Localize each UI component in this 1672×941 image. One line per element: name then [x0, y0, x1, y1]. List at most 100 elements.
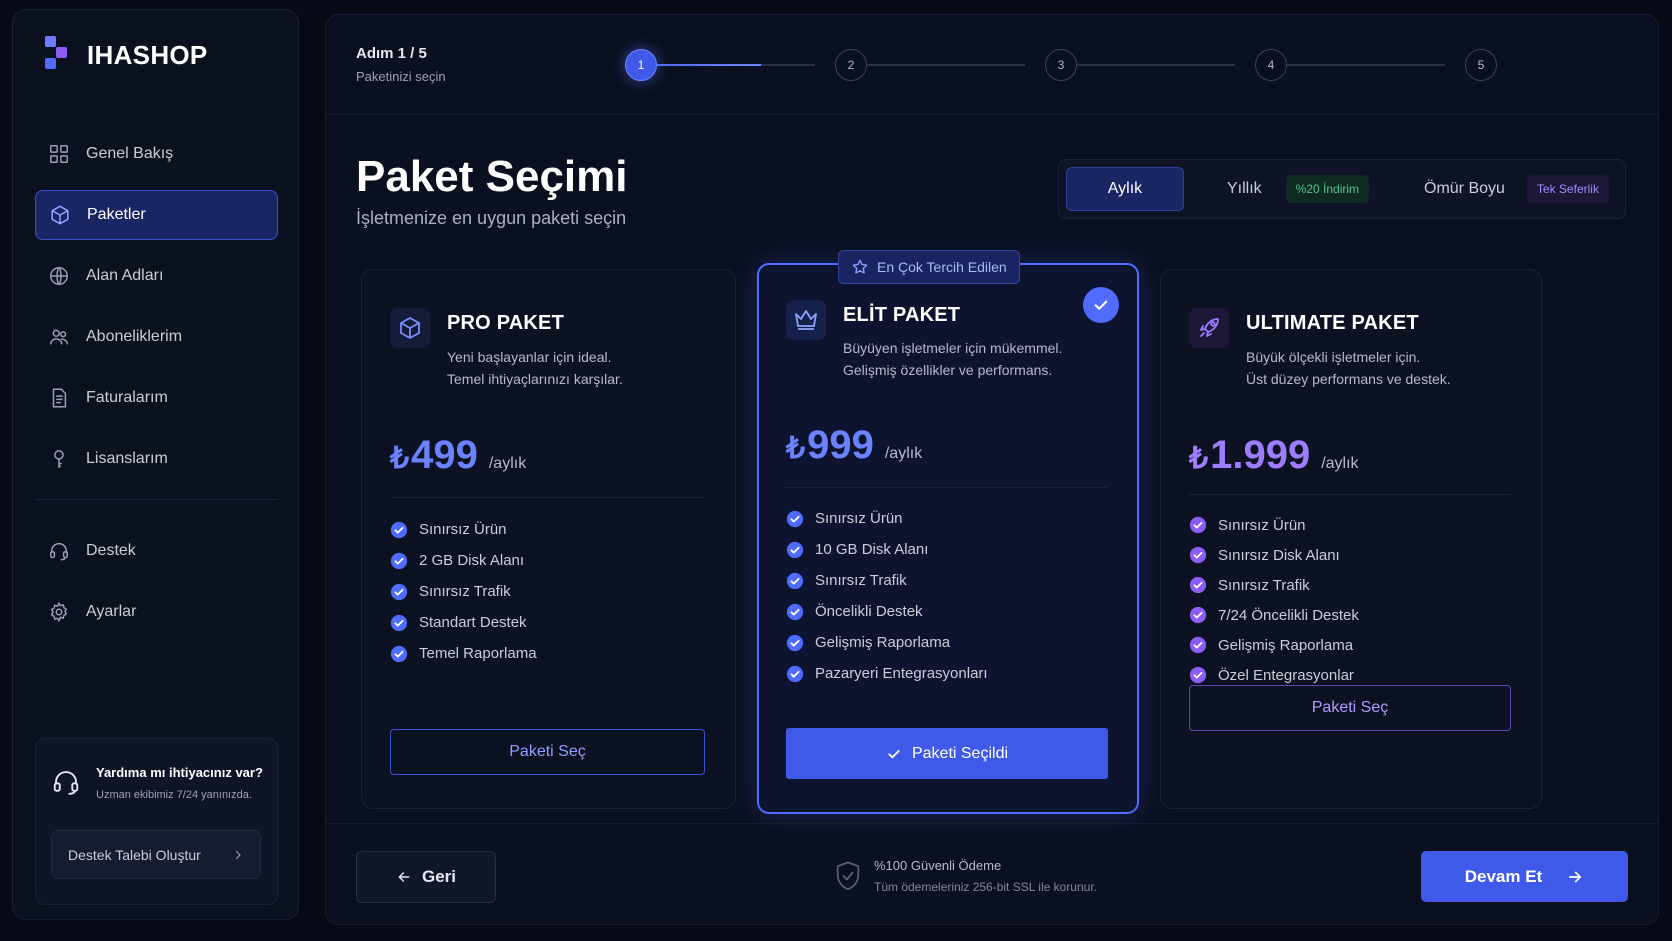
select-package-button[interactable]: Paketi Seç [390, 729, 705, 775]
package-desc-line: Büyük ölçekli işletmeler için. [1246, 349, 1421, 365]
feature-list: Sınırsız Ürün 2 GB Disk Alanı Sınırsız Tra… [390, 514, 537, 669]
feature-label: 10 GB Disk Alanı [815, 541, 929, 558]
sidebar-item-faturalarim[interactable]: Faturalarım [35, 373, 278, 423]
page-subtitle: İşletmenize en uygun paketi seçin [356, 208, 627, 228]
check-circle-icon [390, 521, 408, 538]
step-3[interactable]: 3 [1045, 49, 1077, 81]
step-description: Paketinizi seçin [356, 69, 446, 84]
package-desc-line: Gelişmiş özellikler ve performans. [843, 362, 1053, 378]
price-currency: ₺ [390, 442, 410, 475]
billing-monthly[interactable]: Aylık [1066, 167, 1184, 211]
check-circle-icon [786, 603, 804, 620]
feature-label: Standart Destek [419, 614, 527, 631]
dashboard-icon [50, 145, 68, 163]
sidebar-item-alan-adlari[interactable]: Alan Adları [35, 251, 278, 301]
step-count: Adım 1 / 5 [356, 45, 427, 62]
help-card: Yardıma mı ihtiyacınız var? Uzman ekibim… [35, 738, 278, 905]
billing-yearly[interactable]: Yıllık %20 İndirim [1227, 167, 1370, 211]
package-price: ₺ 499 /aylık [390, 433, 526, 478]
sidebar-item-label: Paketler [87, 206, 146, 223]
popular-badge-label: En Çok Tercih Edilen [877, 259, 1007, 275]
one-time-badge: Tek Seferlik [1526, 175, 1609, 203]
feature-label: Sınırsız Trafik [1218, 576, 1310, 594]
sidebar: IHASHOP Genel Bakış Paketler Alan Adları… [12, 9, 299, 920]
package-desc-line: Temel ihtiyaçlarınızı karşılar. [447, 371, 623, 387]
package-card-pro[interactable]: PRO PAKET Yeni başlayanlar için ideal. T… [361, 269, 736, 809]
price-value: 999 [807, 423, 874, 467]
step-1[interactable]: 1 [625, 49, 657, 81]
price-value: 499 [411, 433, 478, 477]
check-circle-icon [1189, 606, 1207, 624]
feature-label: Gelişmiş Raporlama [1218, 636, 1354, 654]
feature-label: Sınırsız Ürün [419, 521, 507, 538]
rocket-icon [1189, 308, 1229, 348]
feature-item: 10 GB Disk Alanı [786, 534, 988, 565]
shield-check-icon [836, 861, 860, 890]
sidebar-item-destek[interactable]: Destek [35, 526, 278, 576]
sidebar-item-ayarlar[interactable]: Ayarlar [35, 587, 278, 637]
sidebar-item-aboneliklerim[interactable]: Aboneliklerim [35, 312, 278, 362]
create-ticket-button[interactable]: Destek Talebi Oluştur [51, 830, 261, 879]
brand-logo-icon [45, 36, 73, 74]
back-button[interactable]: Geri [356, 851, 496, 903]
check-circle-icon [786, 510, 804, 527]
step-5[interactable]: 5 [1465, 49, 1497, 81]
feature-item: Sınırsız Disk Alanı [1189, 540, 1359, 570]
sidebar-item-label: Lisanslarım [86, 450, 168, 467]
feature-label: Temel Raporlama [419, 645, 537, 662]
sidebar-item-label: Faturalarım [86, 389, 168, 406]
invoice-icon [52, 388, 67, 408]
step-progress-fill [657, 64, 762, 66]
billing-toggle: Aylık Yıllık %20 İndirim Ömür Boyu Tek S… [1058, 159, 1626, 219]
globe-icon [50, 267, 68, 285]
feature-label: Sınırsız Trafik [419, 583, 511, 600]
selected-package-label: Paketi Seçildi [911, 744, 1009, 762]
step-2[interactable]: 2 [835, 49, 867, 81]
feature-item: Temel Raporlama [390, 638, 537, 669]
package-description: Büyük ölçekli işletmeler için. Üst düzey… [1246, 346, 1451, 390]
feature-item: Sınırsız Ürün [1189, 510, 1359, 540]
continue-button[interactable]: Devam Et [1421, 851, 1628, 902]
check-circle-icon [390, 552, 408, 569]
sidebar-item-label: Ayarlar [86, 603, 137, 620]
feature-item: Sınırsız Ürün [390, 514, 537, 545]
step-4[interactable]: 4 [1255, 49, 1287, 81]
brand[interactable]: IHASHOP [45, 36, 208, 74]
sidebar-item-paketler[interactable]: Paketler [35, 190, 278, 240]
price-currency: ₺ [786, 432, 806, 465]
feature-label: 7/24 Öncelikli Destek [1218, 606, 1359, 624]
card-divider [1189, 494, 1511, 495]
package-description: Yeni başlayanlar için ideal. Temel ihtiy… [447, 346, 623, 390]
check-circle-icon [786, 572, 804, 589]
step-info: Adım 1 / 5 Paketinizi seçin [356, 45, 446, 84]
step-connector [1287, 64, 1445, 66]
package-card-elite[interactable]: En Çok Tercih Edilen ELİT PAKET Büyüyen … [757, 250, 1139, 814]
step-connector [867, 64, 1025, 66]
feature-item: Sınırsız Ürün [786, 503, 988, 534]
feature-list: Sınırsız Ürün 10 GB Disk Alanı Sınırsız Tr… [786, 503, 988, 689]
sidebar-item-genel-bakis[interactable]: Genel Bakış [35, 129, 278, 179]
check-circle-icon [390, 645, 408, 662]
sidebar-item-label: Alan Adları [86, 267, 164, 284]
package-name: ELİT PAKET [843, 304, 961, 326]
select-package-label: Paketi Seç [509, 743, 586, 760]
page-title: Paket Seçimi [356, 152, 628, 201]
headset-icon [50, 543, 68, 561]
header-divider [326, 114, 1658, 115]
billing-lifetime[interactable]: Ömür Boyu Tek Seferlik [1424, 167, 1609, 211]
select-package-button[interactable]: Paketi Seç [1189, 685, 1511, 731]
package-card-ultimate[interactable]: ULTIMATE PAKET Büyük ölçekli işletmeler … [1160, 269, 1542, 809]
feature-label: 2 GB Disk Alanı [419, 552, 525, 569]
feature-label: Gelişmiş Raporlama [815, 634, 951, 651]
secure-payment-info: %100 Güvenli Ödeme Tüm ödemeleriniz 256-… [834, 858, 1097, 894]
selected-package-button[interactable]: Paketi Seçildi [786, 728, 1108, 779]
sidebar-item-label: Destek [86, 542, 136, 559]
main-panel: Adım 1 / 5 Paketinizi seçin 1 2 3 4 5 Pa… [325, 14, 1659, 925]
feature-label: Sınırsız Ürün [815, 510, 903, 527]
stepper: 1 2 3 4 5 [625, 49, 1507, 81]
help-subtitle: Uzman ekibimiz 7/24 yanınızda. [96, 789, 252, 801]
check-circle-icon [1189, 546, 1207, 564]
sidebar-item-lisanslarim[interactable]: Lisanslarım [35, 434, 278, 484]
package-desc-line: Büyüyen işletmeler için mükemmel. [843, 340, 1063, 356]
discount-badge: %20 İndirim [1285, 175, 1370, 203]
